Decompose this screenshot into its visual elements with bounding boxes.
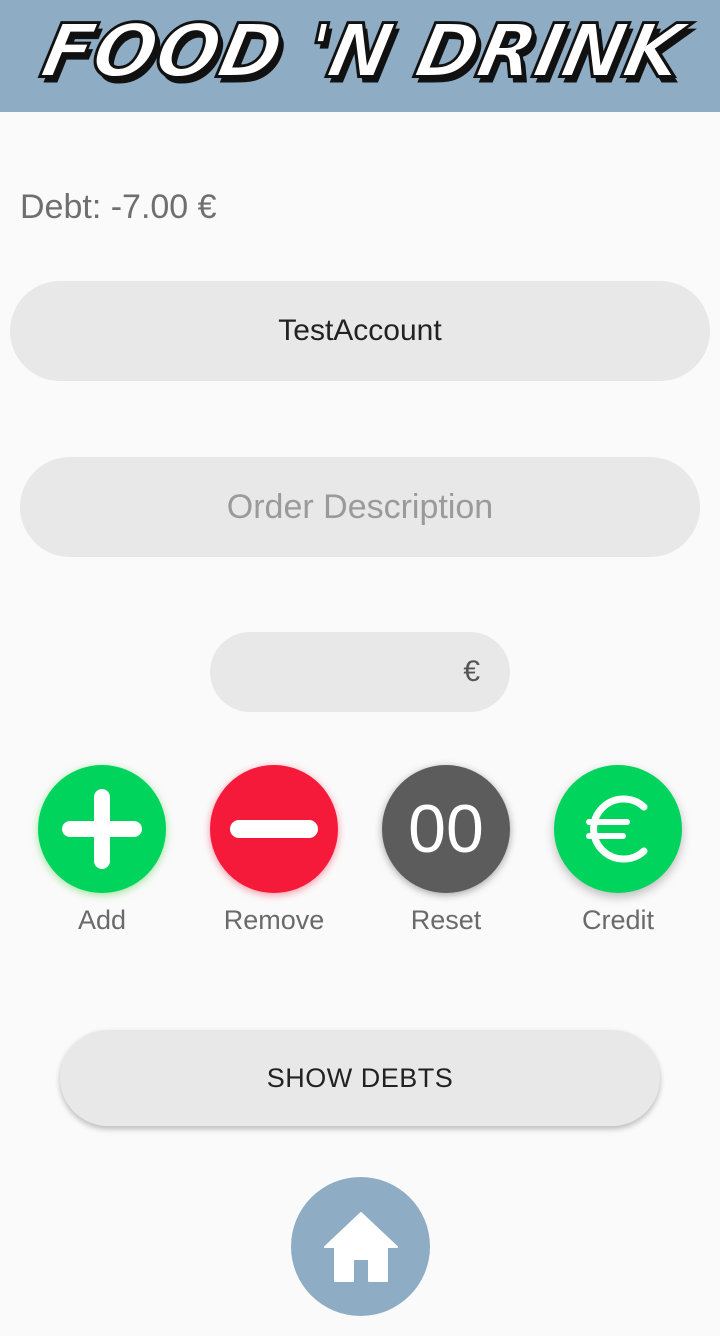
show-debts-label: SHOW DEBTS (266, 1062, 454, 1093)
reset-button[interactable]: 00 (382, 765, 510, 893)
show-debts-button[interactable]: SHOW DEBTS (60, 1030, 660, 1126)
remove-button[interactable] (210, 765, 338, 893)
home-icon (323, 1211, 398, 1282)
order-description-input[interactable]: Order Description (20, 457, 700, 557)
remove-label: Remove (223, 905, 325, 935)
amount-input[interactable]: € (210, 632, 510, 712)
reset-label: Reset (410, 905, 482, 935)
order-description-placeholder: Order Description (226, 487, 494, 526)
account-name: TestAccount (278, 314, 442, 347)
debt-display: Debt: -7.00 € (20, 188, 217, 226)
minus-icon (230, 820, 318, 838)
app-title: FOOD 'N DRINK (34, 8, 696, 94)
euro-icon (586, 795, 648, 863)
add-label: Add (77, 905, 127, 935)
reset-icon: 00 (408, 791, 484, 867)
app-title-logo: FOOD 'N DRINK FOOD 'N DRINK (33, 7, 701, 101)
add-button[interactable] (38, 765, 166, 893)
credit-button[interactable] (554, 765, 682, 893)
plus-icon (62, 789, 142, 869)
credit-label: Credit (581, 905, 655, 935)
account-selector[interactable]: TestAccount (10, 281, 710, 381)
app-header: FOOD 'N DRINK FOOD 'N DRINK (0, 0, 720, 112)
home-button[interactable] (291, 1177, 430, 1316)
currency-symbol: € (463, 655, 480, 688)
